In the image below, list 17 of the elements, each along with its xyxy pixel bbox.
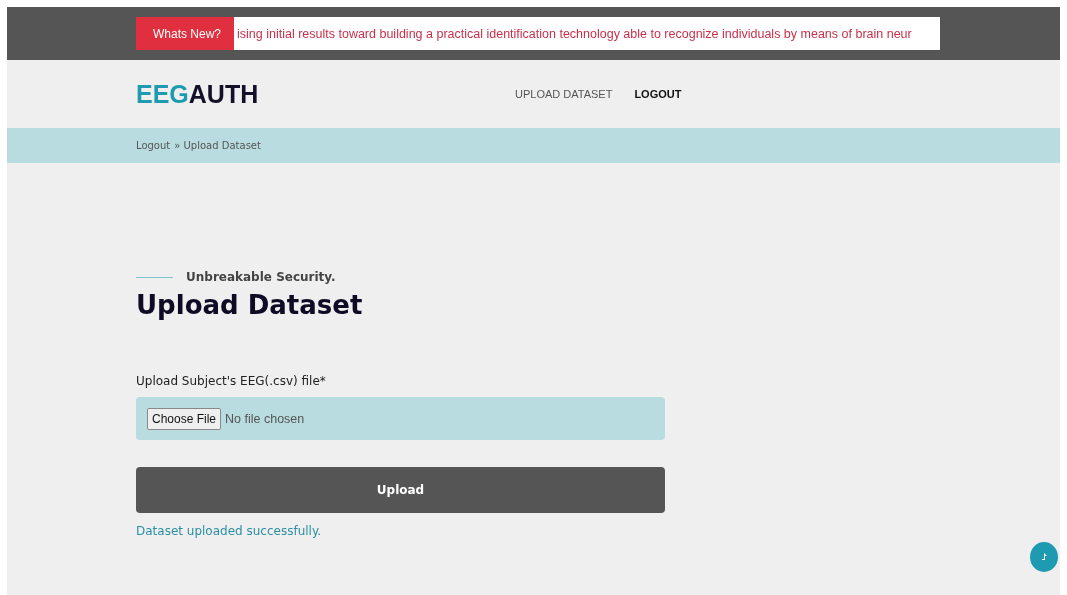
whats-new-badge: Whats New? (136, 17, 235, 50)
arrow-up-icon (1040, 552, 1048, 562)
site-logo[interactable]: EEGAUTH (136, 79, 515, 109)
file-status: No file chosen (225, 411, 305, 426)
success-message: Dataset uploaded successfully. (136, 524, 323, 538)
page-title: Upload Dataset (136, 290, 364, 320)
upload-button[interactable]: Upload (136, 467, 665, 513)
file-input-field[interactable]: Choose File No file chosen (136, 397, 665, 440)
nav-link[interactable]: UPLOAD DATASET (515, 88, 613, 100)
breadcrumb-item: » Upload Dataset (174, 140, 261, 151)
choose-file-button[interactable]: Choose File (147, 407, 222, 430)
ticker-text: ising initial results toward building a practical identification technology able to recognize individuals by means of brain neur (236, 26, 912, 41)
field-label: Upload Subject's EEG(.csv) file* (136, 374, 327, 388)
scroll-to-top-button[interactable] (1030, 542, 1058, 572)
tagline: Unbreakable Security. (186, 270, 336, 284)
breadcrumb-item[interactable]: Logout (136, 140, 171, 151)
nav-link[interactable]: LOGOUT (634, 88, 682, 100)
